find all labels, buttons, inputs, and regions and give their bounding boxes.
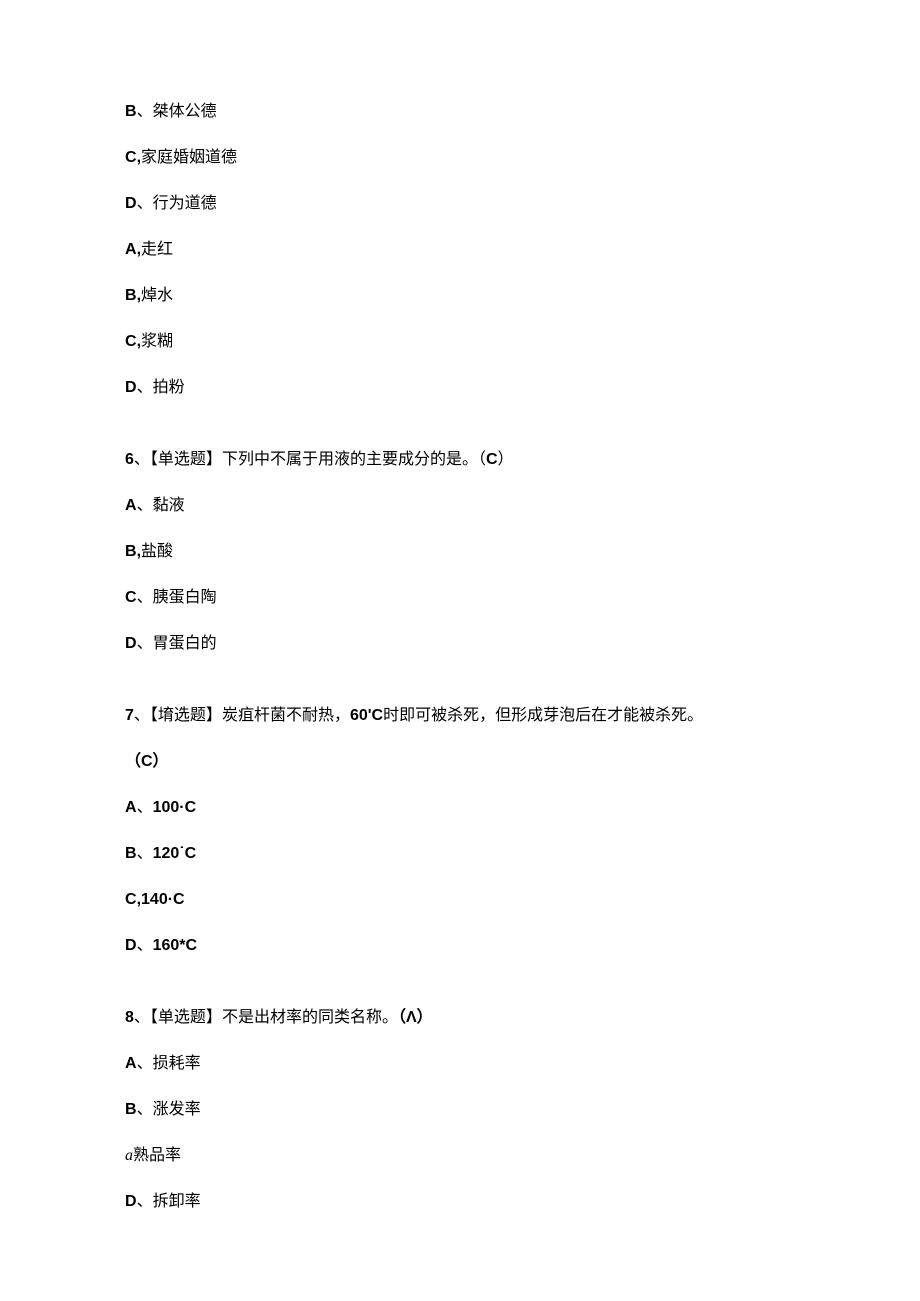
option-text: 浆糊 [141,333,173,350]
option-sep: 、 [137,589,153,606]
option-label: D [125,635,137,652]
option-text: 100·C [153,799,197,816]
option-text: 拆卸率 [153,1193,201,1210]
option-sep: 、 [137,497,153,514]
option-line: C、胰蛋白陶 [125,586,795,610]
option-text: 胰蛋白陶 [153,589,217,606]
option-label: B [125,1101,137,1118]
option-line: A、黏液 [125,494,795,518]
option-line: B、桀体公德 [125,100,795,124]
option-label: D [125,937,137,954]
option-sep: 、 [137,195,153,212]
option-sep: 、 [137,1055,153,1072]
question-text-bold: 60'C [350,707,383,724]
option-label: B [125,543,137,560]
question-sep: 、 [134,707,150,724]
option-line: B,焯水 [125,284,795,308]
option-text: 损耗率 [153,1055,201,1072]
option-label: A [125,799,137,816]
option-line: A,走红 [125,238,795,262]
option-sep: 、 [137,799,153,816]
option-label: D [125,379,137,396]
question-text: 不是出材率的同类名称。 [222,1009,398,1026]
question-8: 8、【单选题】不是出材率的同类名称。（Λ） [125,1006,795,1030]
option-sep: 、 [137,1193,153,1210]
option-label: A [125,497,137,514]
option-line: D、行为道德 [125,192,795,216]
option-line: B、涨发率 [125,1098,795,1122]
option-sep: 、 [137,937,153,954]
option-label: C [125,891,137,908]
option-label: C [125,149,137,166]
option-line: a熟品率 [125,1144,795,1168]
question-number: 6 [125,451,134,468]
option-line: C,浆糊 [125,330,795,354]
option-line: D、160*C [125,934,795,958]
option-text: 胃蛋白的 [153,635,217,652]
option-label: A [125,241,137,258]
option-line: D、拍粉 [125,376,795,400]
question-sep: 、 [134,451,150,468]
option-text: 涨发率 [153,1101,201,1118]
option-line: D、拆卸率 [125,1190,795,1214]
option-label: a [125,1147,133,1164]
option-label: A [125,1055,137,1072]
option-text: 行为道德 [153,195,217,212]
option-text: 走红 [141,241,173,258]
option-label: B [125,103,137,120]
option-text: 黏液 [153,497,185,514]
option-label: D [125,1193,137,1210]
question-text-part2: 时即可被杀死，但形成芽泡后在才能被杀死。 [383,707,703,724]
option-label: B [125,845,137,862]
option-text: 160*C [153,937,197,954]
option-text: 120˙C [153,845,197,862]
document-page: B、桀体公德 C,家庭婚姻道德 D、行为道德 A,走红 B,焯水 C,浆糊 D、… [0,0,920,1296]
question-sep: 、 [134,1009,150,1026]
question-number: 8 [125,1009,134,1026]
question-answer-line: （C） [125,750,795,774]
option-sep: 、 [137,379,153,396]
question-tag: 【堉选题】 [150,707,222,724]
option-sep: 、 [137,103,153,120]
option-sep: 、 [137,1101,153,1118]
option-line: C,140·C [125,888,795,912]
option-sep: 、 [137,845,153,862]
option-text: 拍粉 [153,379,185,396]
option-text: 焯水 [141,287,173,304]
option-line: A、100·C [125,796,795,820]
question-tag: 【单选题】 [150,451,222,468]
option-label: D [125,195,137,212]
option-text: 桀体公德 [153,103,217,120]
option-text: 家庭婚姻道德 [141,149,237,166]
question-tag: 【单选题】 [150,1009,222,1026]
option-text: 盐酸 [141,543,173,560]
option-label: C [125,333,137,350]
question-text: 下列中不属于用液的主要成分的是。 [222,451,478,468]
option-line: B、120˙C [125,842,795,866]
question-answer: （Λ） [398,1009,433,1026]
question-answer: （C） [125,753,169,770]
question-6: 6、【单选题】下列中不属于用液的主要成分的是。（C） [125,448,795,472]
option-line: A、损耗率 [125,1052,795,1076]
question-text-part1: 炭疽杆菌不耐热， [222,707,350,724]
option-text: 熟品率 [133,1147,181,1164]
option-label: B [125,287,137,304]
question-number: 7 [125,707,134,724]
question-7: 7、【堉选题】炭疽杆菌不耐热，60'C时即可被杀死，但形成芽泡后在才能被杀死。 [125,704,795,728]
option-text: 140·C [141,891,185,908]
option-sep: 、 [137,635,153,652]
option-label: C [125,589,137,606]
question-answer: （C） [478,451,514,468]
option-line: C,家庭婚姻道德 [125,146,795,170]
option-line: D、胃蛋白的 [125,632,795,656]
option-line: B,盐酸 [125,540,795,564]
